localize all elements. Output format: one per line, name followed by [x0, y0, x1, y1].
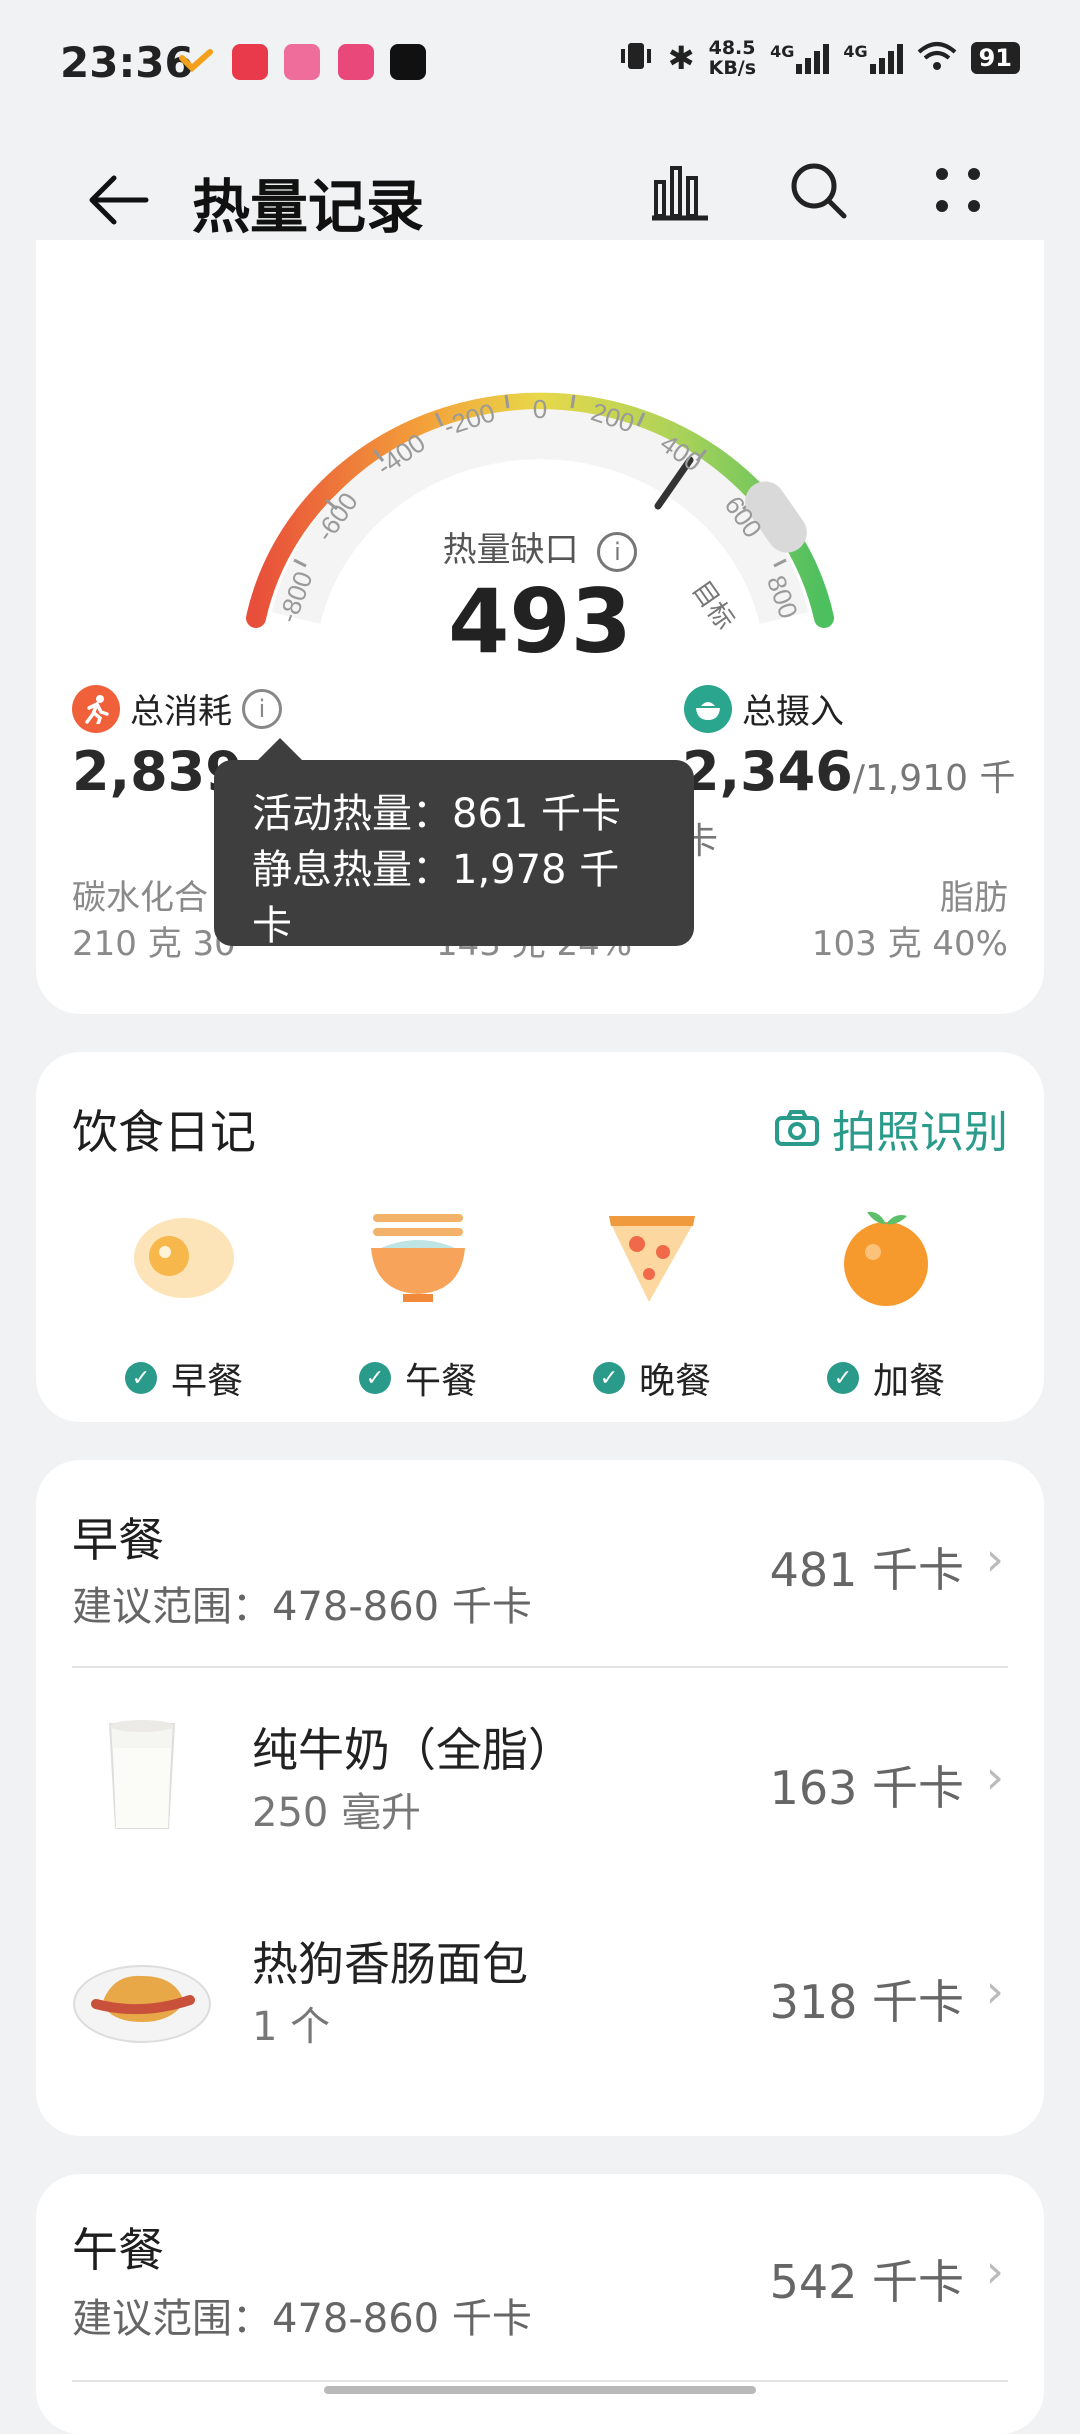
breakfast-title: 早餐: [72, 1513, 164, 1567]
chevron-right-icon: ›: [985, 1964, 1004, 2018]
meal-lunch-button[interactable]: ✓ 午餐: [318, 1202, 518, 1404]
stats-button[interactable]: [646, 158, 712, 224]
pizza-slice-icon: [609, 1216, 695, 1302]
more-dots-icon: [936, 168, 980, 212]
app-notification-icon: [178, 44, 214, 80]
check-icon: ✓: [358, 1362, 391, 1394]
food-kcal: 318 千卡: [769, 1975, 964, 2029]
chevron-right-icon: ›: [985, 1532, 1004, 1586]
check-icon: ✓: [592, 1362, 625, 1394]
chevron-right-icon: ›: [985, 2244, 1004, 2298]
camera-icon: [775, 1110, 819, 1146]
breakfast-range: 建议范围：478-860 千卡: [72, 1584, 532, 1630]
arrow-left-icon: [89, 175, 149, 225]
burn-info-icon[interactable]: i: [242, 688, 282, 729]
photo-recognize-label: 拍照识别: [832, 1107, 1008, 1158]
deficit-info-icon[interactable]: i: [597, 531, 638, 572]
lunch-kcal: 542 千卡: [769, 2255, 964, 2309]
burn-label: 总消耗: [130, 692, 232, 732]
app-header: 热量记录: [0, 130, 1080, 250]
home-indicator[interactable]: [324, 2386, 756, 2394]
diary-title: 饮食日记: [72, 1105, 256, 1159]
burn-info-tooltip: 活动热量：861 千卡 静息热量：1,978 千卡: [214, 738, 694, 949]
photo-recognize-button[interactable]: 拍照识别: [774, 1096, 1008, 1160]
intake-value-row: 2,346/1,910 千卡: [682, 740, 1044, 866]
shopping-app-icon: [338, 44, 374, 80]
orange-icon: [844, 1211, 928, 1306]
search-button[interactable]: [786, 158, 852, 224]
more-button[interactable]: [928, 160, 988, 220]
bar-chart-icon: [652, 166, 708, 221]
lunch-card: 午餐 建议范围：478-860 千卡 542 千卡 ›: [36, 2174, 1044, 2434]
bird-app-icon: [390, 44, 426, 80]
burn-label-row: 总消耗 i: [72, 684, 282, 733]
signal-2: 4G: [843, 42, 903, 74]
lunch-title: 午餐: [72, 2223, 164, 2277]
chevron-right-icon: ›: [985, 1750, 1004, 1804]
breakfast-kcal: 481 千卡: [769, 1543, 964, 1597]
divider: [72, 2380, 1008, 2382]
meal-label: 午餐: [404, 1361, 477, 1402]
bilibili-icon: [284, 44, 320, 80]
running-icon: [72, 684, 120, 733]
intake-label: 总摄入: [742, 692, 844, 732]
network-speed: 48.5 KB/s: [708, 37, 757, 79]
carb-label: 碳水化合: [72, 878, 208, 918]
battery-indicator: 91: [970, 42, 1020, 74]
deficit-label-row: 热量缺口 i: [36, 522, 1044, 572]
food-amount: 250 毫升: [252, 1790, 422, 1836]
intake-label-row: 总摄入: [684, 684, 844, 733]
fat-label: 脂肪: [940, 878, 1008, 918]
food-name: 纯牛奶（全脂）: [252, 1723, 574, 1777]
signal-1: 4G: [770, 42, 830, 74]
milk-glass-icon: [108, 1720, 176, 1829]
breakfast-card: 早餐 建议范围：478-860 千卡 481 千卡 › 纯牛奶（全脂） 250 …: [36, 1460, 1044, 2136]
bowl-icon: [684, 684, 732, 733]
status-time: 23:36: [60, 38, 194, 87]
diet-diary-card: 饮食日记 拍照识别 ✓ 早餐 ✓ 午餐 ✓ 晚餐 ✓ 加餐: [36, 1052, 1044, 1422]
food-name: 热狗香肠面包: [252, 1937, 528, 1991]
deficit-label: 热量缺口: [442, 530, 579, 570]
fat-value: 103 克 40%: [811, 924, 1008, 964]
food-amount: 1 个: [252, 2004, 331, 2050]
meal-breakfast-button[interactable]: ✓ 早餐: [84, 1202, 284, 1404]
status-bar: 23:36 ✱ 48.5 KB/s 4G 4G 91: [0, 0, 1080, 130]
tooltip-active-line: 活动热量：861 千卡: [252, 791, 622, 837]
meal-snack-button[interactable]: ✓ 加餐: [786, 1202, 986, 1404]
noodle-bowl-icon: [371, 1214, 465, 1302]
meal-label: 晚餐: [638, 1361, 711, 1402]
check-icon: ✓: [826, 1362, 859, 1394]
fried-egg-icon: [134, 1218, 234, 1298]
back-button[interactable]: [80, 170, 160, 230]
xiaohongshu-icon: [232, 44, 268, 80]
signal-bars-icon: [796, 42, 830, 74]
bluetooth-icon: ✱: [667, 39, 695, 77]
gauge-tick-label: 0: [533, 394, 547, 424]
check-icon: ✓: [124, 1362, 157, 1394]
meal-label: 加餐: [872, 1361, 945, 1402]
carb-value: 210 克 30: [72, 924, 236, 964]
page-title: 热量记录: [192, 173, 425, 241]
tooltip-resting-line: 静息热量：1,978 千卡: [252, 847, 620, 949]
signal-bars-icon: [869, 42, 903, 74]
meal-dinner-button[interactable]: ✓ 晚餐: [552, 1202, 752, 1404]
search-icon: [791, 163, 847, 219]
wifi-icon: [917, 40, 957, 77]
meal-label: 早餐: [170, 1361, 243, 1402]
hotdog-bread-icon: [73, 1965, 211, 2043]
food-kcal: 163 千卡: [769, 1761, 964, 1815]
status-indicators: ✱ 48.5 KB/s 4G 4G 91: [618, 38, 1020, 78]
intake-value: 2,346: [682, 740, 853, 803]
deficit-value: 493: [448, 570, 632, 673]
divider: [72, 1666, 1008, 1668]
vibrate-icon: [618, 39, 654, 78]
lunch-range: 建议范围：478-860 千卡: [72, 2296, 532, 2342]
